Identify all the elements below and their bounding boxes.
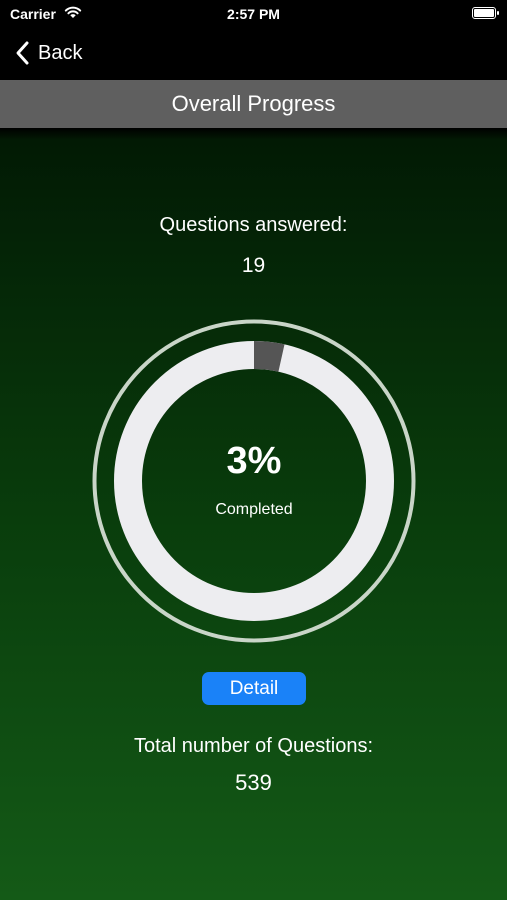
status-time: 2:57 PM [227,6,280,22]
completed-label: Completed [215,501,293,518]
chevron-left-icon [16,41,29,65]
back-label: Back [38,41,83,64]
detail-button-label: Detail [229,677,279,699]
title-bar: Overall Progress [0,80,507,128]
total-questions-value: 539 [235,770,272,795]
back-button[interactable]: Back [14,38,82,68]
detail-button[interactable]: Detail [202,672,306,705]
battery-icon [472,7,499,19]
percent-completed: 3% [226,440,282,482]
questions-answered-value: 19 [241,254,266,277]
status-bar: Carrier 2:57 PM [0,0,507,28]
questions-answered-label: Questions answered: [159,214,348,236]
page-title: Overall Progress [171,91,336,116]
total-questions-label: Total number of Questions: [133,735,373,757]
